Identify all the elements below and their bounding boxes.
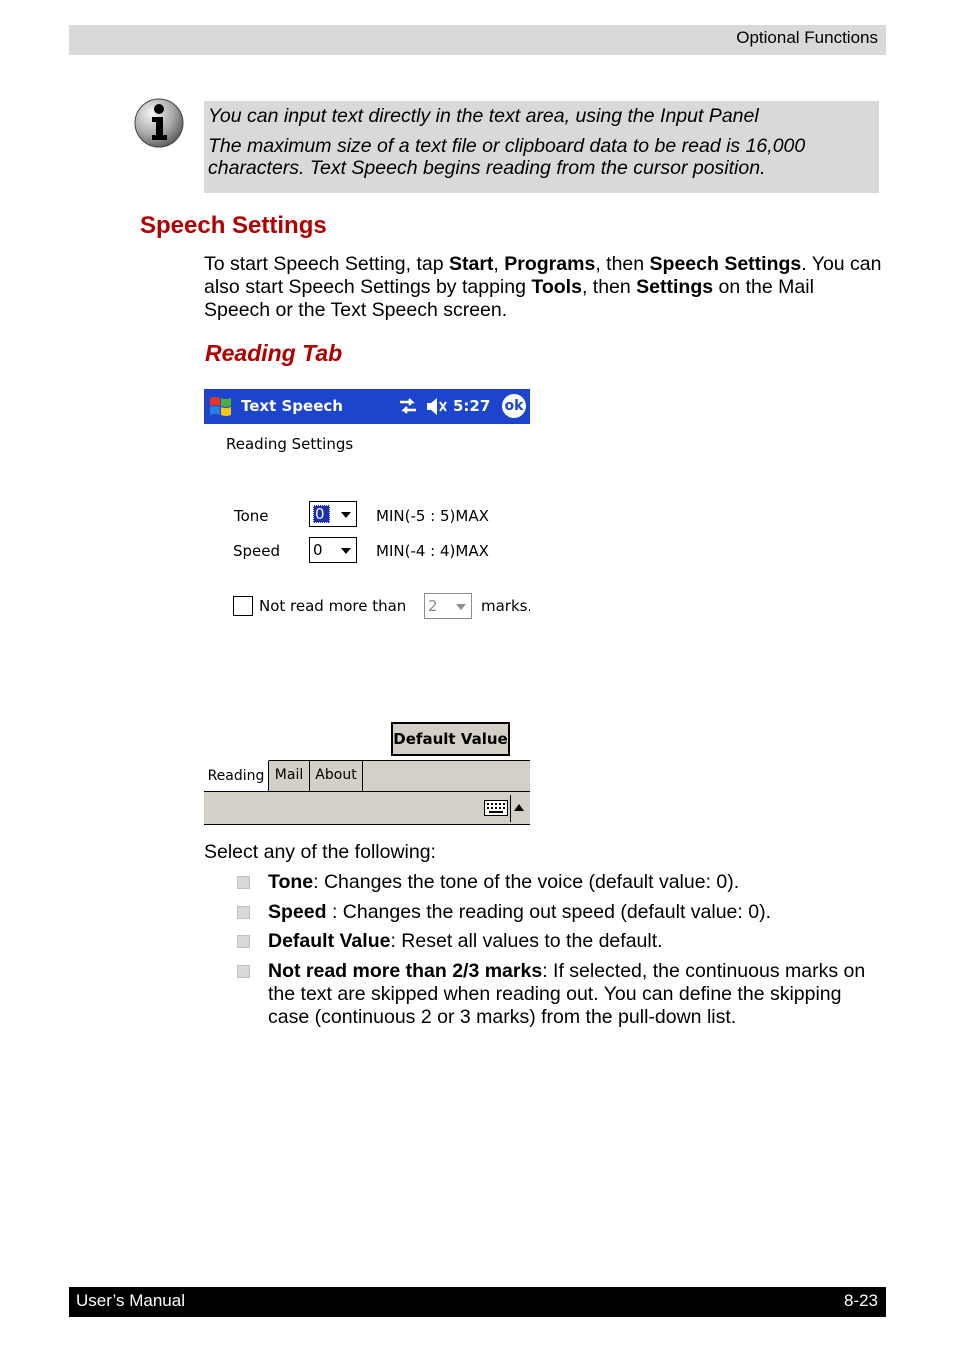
ok-button[interactable]: ok: [502, 394, 526, 418]
bullet-square-icon: [237, 876, 250, 889]
speed-value: 0: [313, 541, 323, 559]
list-item: Tone: Changes the tone of the voice (def…: [236, 871, 876, 894]
windows-start-icon[interactable]: [206, 393, 236, 420]
volume-icon[interactable]: [425, 396, 449, 417]
not-read-checkbox[interactable]: [233, 596, 253, 616]
manual-title: User’s Manual: [76, 1291, 185, 1310]
input-menu-arrow-icon[interactable]: [514, 804, 524, 811]
menu-bar: [204, 791, 530, 825]
separator: [510, 795, 511, 822]
options-list: Tone: Changes the tone of the voice (def…: [236, 871, 876, 1035]
speed-range: MIN(-4 : 4)MAX: [376, 542, 489, 560]
marks-value: 2: [428, 597, 438, 615]
chevron-down-icon: [341, 512, 351, 518]
speed-dropdown[interactable]: 0: [309, 537, 357, 563]
device-screen: Text Speech 5:27 ok Reading Settings Ton…: [204, 389, 530, 825]
reading-settings-label: Reading Settings: [226, 435, 354, 453]
bullet-square-icon: [237, 905, 250, 919]
page-footer: User’s Manual 8-23: [69, 1287, 886, 1317]
tone-dropdown[interactable]: 0: [309, 501, 357, 527]
list-item: Default Value: Reset all values to the d…: [236, 930, 876, 953]
title-bar: Text Speech 5:27 ok: [204, 389, 530, 424]
connectivity-icon[interactable]: [398, 396, 418, 416]
list-item: Speed : Changes the reading out speed (d…: [236, 901, 876, 924]
tone-range: MIN(-5 : 5)MAX: [376, 507, 489, 525]
speech-settings-heading: Speech Settings: [140, 212, 327, 239]
tab-about[interactable]: About: [310, 760, 363, 791]
tone-label: Tone: [234, 507, 269, 525]
tab-reading[interactable]: Reading: [204, 760, 269, 791]
app-title: Text Speech: [241, 397, 343, 415]
marks-dropdown[interactable]: 2: [424, 593, 472, 619]
not-read-label: Not read more than: [259, 597, 407, 615]
list-item: Not read more than 2/3 marks: If selecte…: [236, 960, 876, 1029]
page-header: Optional Functions: [69, 25, 886, 55]
tone-value: 0: [313, 505, 330, 523]
chevron-down-icon: [456, 604, 466, 610]
clock-time[interactable]: 5:27: [453, 397, 490, 415]
speed-label: Speed: [233, 542, 281, 560]
speech-settings-paragraph: To start Speech Setting, tap Start, Prog…: [204, 253, 882, 321]
bullet-square-icon: [237, 935, 250, 948]
marks-label: marks.: [481, 597, 530, 615]
note-line-1: You can input text directly in the text …: [208, 105, 759, 127]
chevron-down-icon: [341, 548, 351, 554]
default-value-button[interactable]: Default Value: [391, 722, 510, 756]
bullet-square-icon: [237, 964, 250, 978]
tab-mail[interactable]: Mail: [269, 760, 310, 791]
page-number: 8-23: [843, 1291, 878, 1310]
note-box: You can input text directly in the text …: [204, 101, 879, 193]
reading-tab-heading: Reading Tab: [205, 340, 343, 366]
tab-bar: Reading Mail About: [204, 760, 530, 791]
select-intro: Select any of the following:: [204, 841, 436, 863]
section-title: Optional Functions: [736, 28, 878, 47]
keyboard-icon[interactable]: [484, 800, 508, 816]
info-icon: [134, 98, 184, 148]
note-line-2: The maximum size of a text file or clipb…: [208, 135, 806, 179]
